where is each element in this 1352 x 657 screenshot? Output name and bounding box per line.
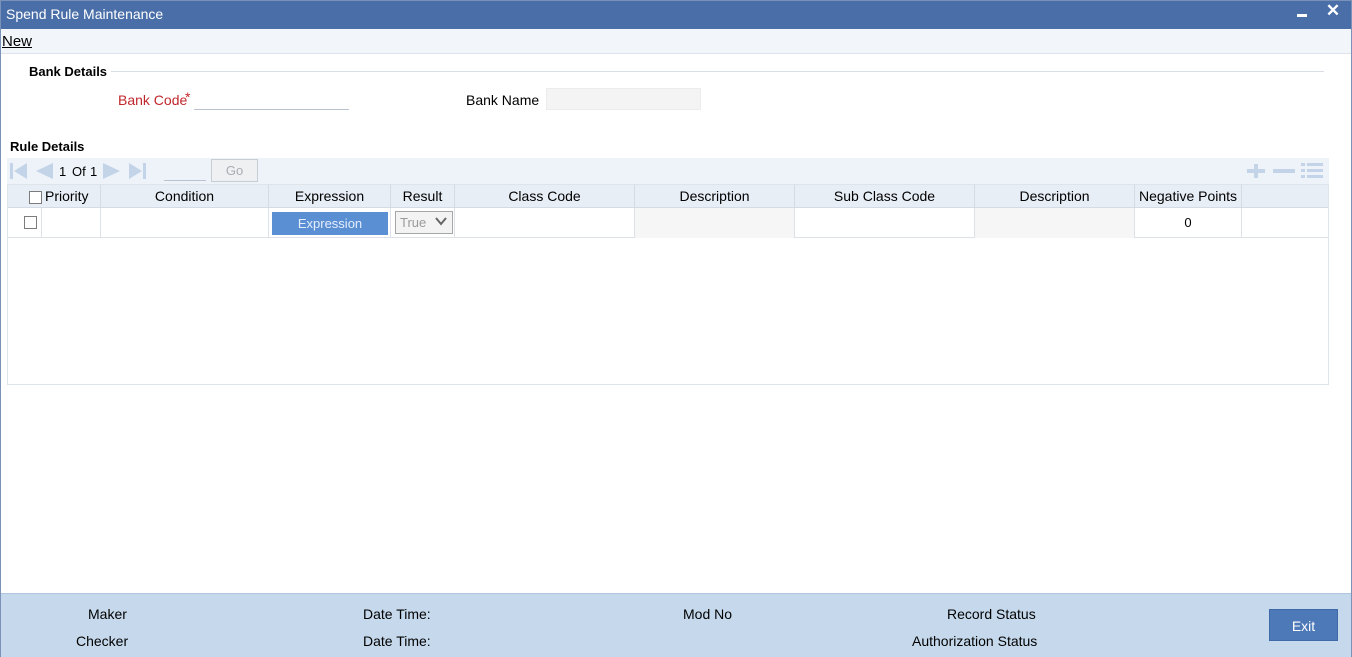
column-header-expression: Expression <box>269 185 391 208</box>
total-pages: 1 <box>90 164 98 179</box>
goto-page-input[interactable] <box>164 161 206 181</box>
row-checkbox[interactable] <box>24 216 37 229</box>
go-button[interactable]: Go <box>211 159 258 182</box>
minimize-icon[interactable] <box>1295 4 1311 24</box>
condition-cell[interactable] <box>101 208 269 238</box>
mod-no-label: Mod No <box>683 606 733 622</box>
table-row: Expression True 0 <box>8 208 1328 238</box>
bank-code-label: Bank Code <box>118 92 188 108</box>
maker-date-time-label: Date Time: <box>363 606 431 622</box>
close-icon[interactable]: ✕ <box>1323 2 1343 22</box>
exit-button[interactable]: Exit <box>1269 609 1338 641</box>
single-view-icon[interactable] <box>1299 162 1325 180</box>
required-marker: * <box>185 89 191 105</box>
sub-class-description-cell <box>975 208 1135 238</box>
column-header-description: Description <box>635 185 795 208</box>
audit-footer: Maker Checker Date Time: Date Time: Mod … <box>1 593 1351 657</box>
result-select-value: True <box>400 215 427 230</box>
maker-label: Maker <box>88 606 127 622</box>
expression-button[interactable]: Expression <box>272 212 388 235</box>
title-bar: Spend Rule Maintenance ✕ <box>1 1 1351 29</box>
column-header-class-code: Class Code <box>455 185 635 208</box>
spend-rule-window: Spend Rule Maintenance ✕ New Bank Detail… <box>0 0 1352 657</box>
table-header: Priority Condition Expression Result Cla… <box>8 185 1328 208</box>
authorization-status-label: Authorization Status <box>912 633 1038 649</box>
record-status-label: Record Status <box>947 606 1036 622</box>
negative-points-cell[interactable]: 0 <box>1135 208 1242 238</box>
column-header-result: Result <box>391 185 455 208</box>
add-row-icon[interactable] <box>1243 162 1269 180</box>
rule-details-table: Priority Condition Expression Result Cla… <box>7 184 1329 385</box>
current-page: 1 <box>59 164 67 179</box>
section-divider <box>111 71 1324 72</box>
delete-row-icon[interactable] <box>1271 162 1297 180</box>
menu-bar: New <box>1 29 1351 54</box>
column-header-negative-points: Negative Points <box>1135 185 1242 208</box>
bank-details-heading: Bank Details <box>29 64 108 79</box>
bank-name-field <box>546 88 701 110</box>
column-header-priority: Priority <box>8 185 101 208</box>
class-code-cell[interactable] <box>455 208 635 238</box>
sub-class-code-cell[interactable] <box>795 208 975 238</box>
class-description-cell <box>635 208 795 238</box>
result-select[interactable]: True <box>395 211 453 234</box>
row-select-cell <box>8 208 42 238</box>
column-header-condition: Condition <box>101 185 269 208</box>
of-label: Of <box>72 164 86 179</box>
bank-name-label: Bank Name <box>466 92 540 108</box>
pagination-bar: 1 Of 1 Go <box>7 158 1329 184</box>
checker-date-time-label: Date Time: <box>363 633 431 649</box>
checker-label: Checker <box>76 633 129 649</box>
previous-page-icon[interactable] <box>33 162 55 180</box>
column-header-sub-description: Description <box>975 185 1135 208</box>
first-page-icon[interactable] <box>9 162 29 180</box>
next-page-icon[interactable] <box>101 162 123 180</box>
chevron-down-icon <box>435 217 447 226</box>
last-page-icon[interactable] <box>127 162 147 180</box>
rule-details-heading: Rule Details <box>10 139 85 154</box>
window-title: Spend Rule Maintenance <box>6 6 164 22</box>
bank-code-input[interactable] <box>194 88 349 110</box>
column-header-sub-class-code: Sub Class Code <box>795 185 975 208</box>
new-link[interactable]: New <box>2 33 32 50</box>
priority-cell[interactable] <box>42 208 101 238</box>
select-all-checkbox[interactable] <box>29 191 42 204</box>
